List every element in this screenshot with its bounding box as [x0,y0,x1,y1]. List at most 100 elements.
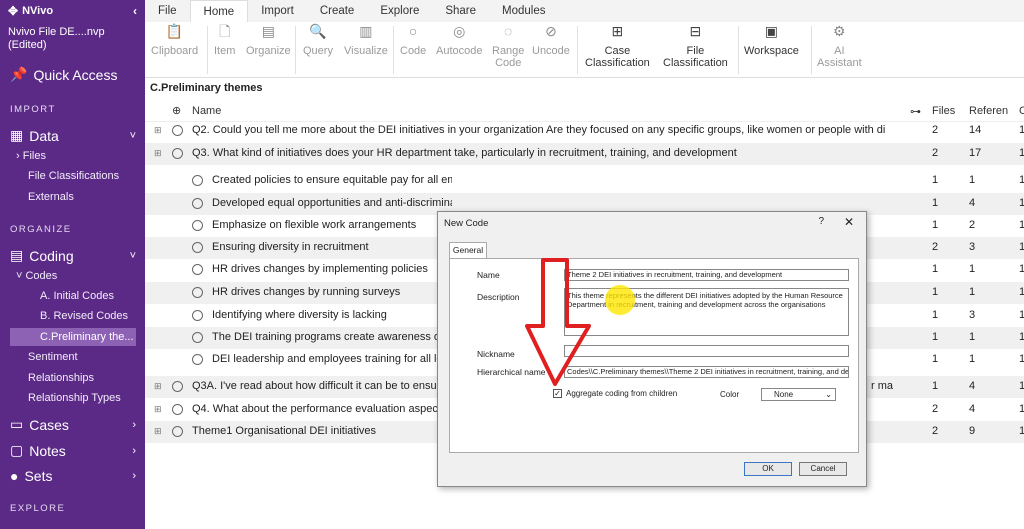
tab-explore[interactable]: Explore [367,0,432,22]
table-row[interactable]: Created policies to ensure equitable pay… [145,170,1024,192]
sidebar-item-relationships[interactable]: Relationships [28,372,94,384]
tab-modules[interactable]: Modules [489,0,558,22]
sidebar-item-files[interactable]: › Files [16,150,46,162]
row-c: 1 [1019,124,1024,136]
uncode-icon: ⊘ [545,23,557,39]
workspace-button[interactable]: ▣ Workspace [744,24,799,57]
visualize-button[interactable]: ▥ Visualize [344,23,388,57]
dialog-panel: Name Theme 2 DEI initiatives in recruitm… [449,258,859,453]
sidebar-item-data[interactable]: ▦ Data ˅ [10,127,136,144]
sidebar-item-revised-codes[interactable]: B. Revised Codes [40,310,128,322]
expand-icon[interactable]: ⊞ [154,125,162,136]
row-refs: 3 [969,309,976,321]
table-row[interactable]: ⊞ Q2. Could you tell me more about the DE… [145,120,1024,142]
aggregate-label: Aggregate coding from children [566,389,678,398]
nickname-field[interactable] [564,345,849,357]
quick-access[interactable]: 📌 Quick Access [10,66,117,83]
code-icon [172,148,183,159]
tab-create[interactable]: Create [307,0,368,22]
dialog-title: New Code [444,218,489,229]
row-files: 2 [932,124,939,136]
row-c: 1 [1019,286,1024,298]
item-button[interactable]: 🗋 Item [214,24,235,57]
chart-icon: ▥ [359,23,373,39]
clipboard-icon: 📋 [165,23,184,39]
help-icon[interactable]: ? [818,216,824,227]
case-classification-label-2: Classification [585,57,650,69]
sidebar-item-sets[interactable]: ● Sets › [10,468,136,484]
sidebar-item-notes[interactable]: ▢ Notes › [10,442,136,459]
table-row[interactable]: ⊞ Q3. What kind of initiatives does your … [145,143,1024,165]
row-c: 1 [1019,197,1024,209]
file-classification-button[interactable]: ⊟ File Classification [663,24,728,69]
row-c: 1 [1019,219,1024,231]
col-files[interactable]: Files [932,105,955,117]
expand-icon[interactable]: ⊞ [154,404,162,415]
row-name: Ensuring diversity in recruitment [212,241,369,253]
expand-icon[interactable]: ⊞ [154,148,162,159]
query-label: Query [303,45,333,57]
ai-assistant-button[interactable]: ⚙ AI Assistant [817,24,862,69]
chevron-down-icon: ˅ [129,129,136,142]
sidebar-item-preliminary-themes[interactable]: C.Preliminary the... [40,331,134,343]
sidebar-item-sentiment[interactable]: Sentiment [28,351,78,363]
chevron-left-icon[interactable]: ‹ [133,4,137,18]
sidebar-item-initial-codes[interactable]: A. Initial Codes [40,290,114,302]
name-field[interactable]: Theme 2 DEI initiatives in recruitment, … [564,269,849,281]
code-button[interactable]: ○ Code [400,24,426,57]
ok-button[interactable]: OK [744,462,792,476]
row-name: HR drives changes by implementing polici… [212,263,428,275]
hierarchical-name-field[interactable]: Codes\\C.Preliminary themes\\Theme 2 DEI… [564,366,849,378]
autocode-button[interactable]: ◎ Autocode [436,23,483,57]
case-classification-button[interactable]: ⊞ Case Classification [585,24,650,69]
table-header: ⊕ Name ⊶ Files Referen C [145,100,1024,122]
tab-general[interactable]: General [449,242,487,259]
tab-file[interactable]: File [145,0,190,22]
range-code-button[interactable]: ◌ Range Code [492,24,524,69]
row-files: 2 [932,403,939,415]
row-name: DEI leadership and employees training fo… [212,353,449,365]
row-refs: 14 [969,124,982,136]
close-icon[interactable]: ✕ [844,215,854,229]
expand-icon[interactable]: ⊞ [154,426,162,437]
clipboard-label: Clipboard [151,45,199,57]
sidebar-item-coding[interactable]: ▤ Coding ˅ [10,247,136,264]
ribbon-tabs: File Home Import Create Explore Share Mo… [145,0,1024,22]
autocode-label: Autocode [436,45,483,57]
autocode-icon: ◎ [453,23,466,39]
code-icon [192,242,203,253]
ribbon-divider [738,26,739,74]
uncode-button[interactable]: ⊘ Uncode [532,23,570,57]
col-refs[interactable]: Referen [969,105,1008,117]
sidebar-item-codes[interactable]: ˅ Codes [16,270,57,282]
ribbon-divider [295,26,296,74]
aggregate-checkbox[interactable]: ✓ [553,389,562,398]
quick-access-label: Quick Access [33,66,118,83]
sidebar-item-externals[interactable]: Externals [28,191,74,203]
workspace-label: Workspace [744,45,799,57]
color-label: Color [720,390,740,399]
sets-icon: ● [10,468,19,484]
col-c[interactable]: C [1019,105,1024,117]
color-select[interactable]: None ⌄ [761,388,836,401]
chevron-right-icon: › [132,444,136,457]
query-button[interactable]: 🔍 Query [303,24,333,57]
cancel-button[interactable]: Cancel [799,462,847,476]
code-icon [172,381,183,392]
tab-home[interactable]: Home [189,0,249,22]
tab-import[interactable]: Import [248,0,307,22]
expand-icon[interactable]: ⊞ [154,381,162,392]
organize-button[interactable]: ▤ Organize [246,24,291,57]
notes-label: Notes [29,442,66,459]
col-name[interactable]: Name [192,105,221,117]
row-name: Developed equal opportunities and anti-d… [212,197,452,209]
clipboard-button[interactable]: 📋 Clipboard [151,23,199,57]
tab-share[interactable]: Share [432,0,489,22]
row-name: Identifying where diversity is lacking [212,309,387,321]
sidebar-item-file-classifications[interactable]: File Classifications [28,170,119,182]
add-icon[interactable]: ⊕ [172,104,181,117]
ai-label-2: Assistant [817,57,862,69]
sidebar-item-cases[interactable]: ▭ Cases › [10,416,136,433]
row-refs: 4 [969,403,976,415]
sidebar-item-relationship-types[interactable]: Relationship Types [28,392,121,404]
